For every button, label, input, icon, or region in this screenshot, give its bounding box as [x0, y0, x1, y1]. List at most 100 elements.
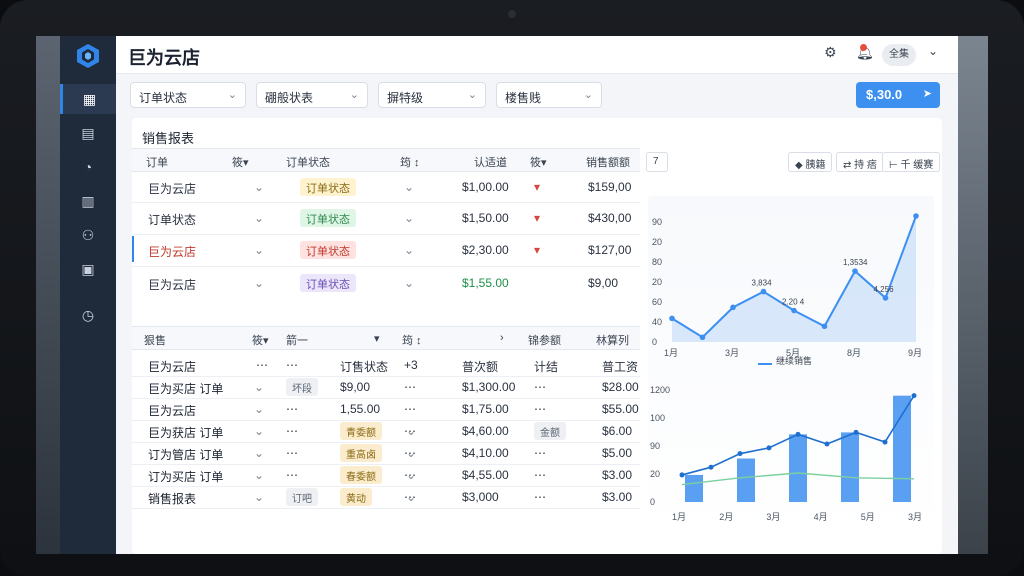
table1-header-cell[interactable]: 认适道 — [474, 154, 507, 170]
chevron-down-icon[interactable]: ⌄ — [254, 402, 264, 416]
filter-type[interactable]: 硼般状表 ⌄ — [256, 82, 368, 108]
table1-header-cell[interactable]: 销售额额 — [586, 154, 630, 170]
table2-cell-c4: $9,00 — [340, 380, 371, 394]
table2-header-cell[interactable]: 锦参额 — [528, 332, 561, 348]
table2-cell-c3: ⋯ — [286, 468, 298, 482]
y-tick-label: 100 — [650, 413, 665, 423]
table2-header-cell[interactable]: 狠售 — [144, 332, 166, 348]
price-button[interactable]: $,30.0 ➤ — [856, 82, 940, 108]
chevron-down-icon[interactable]: ⌄ — [254, 380, 264, 394]
table1-header-cell[interactable]: 筠 ↕ — [400, 154, 420, 170]
x-tick-label: 9月 — [908, 348, 922, 358]
data-point — [913, 213, 919, 219]
chevron-down-icon[interactable]: ⌄ — [406, 490, 416, 504]
chevron-down-icon[interactable]: ⌄ — [406, 468, 416, 482]
chevron-down-icon[interactable]: ⌄ — [406, 446, 416, 460]
table2-cell-c3: ⋯ — [286, 358, 298, 372]
chevron-down-icon[interactable]: ⌄ — [406, 424, 416, 438]
sidebar-dashboard-icon[interactable]: ▦ — [60, 84, 116, 114]
arrow-right-icon: ➤ — [922, 88, 932, 100]
chart-toolbar-button[interactable]: ◆ 胰籍 — [788, 152, 833, 172]
table2-cell-name[interactable]: 巨为云店 — [148, 402, 196, 419]
table2-cell-c4: 春委额 — [340, 466, 382, 484]
chevron-down-icon[interactable]: ⌄ — [928, 44, 938, 58]
table2-header-cell[interactable]: › — [500, 332, 504, 344]
sidebar-clock-icon[interactable]: ◷ — [60, 300, 116, 330]
table1-header-cell[interactable]: 订单状态 — [286, 154, 330, 170]
table2-header-cell[interactable]: 筱▾ — [252, 332, 269, 348]
table2-header-cell[interactable]: ▾ — [374, 332, 380, 345]
table1-amount: $1,50.00 — [462, 211, 509, 225]
chart-toolbar-button[interactable]: ⇄ 持 痞 — [836, 152, 884, 172]
table2-cell-c4: 1,55.00 — [340, 402, 381, 416]
trend-point — [882, 439, 888, 445]
chevron-down-icon[interactable]: ⌄ — [404, 211, 414, 225]
table2-cell-name[interactable]: 巨为买店 订单 — [148, 380, 223, 397]
chevron-down-icon[interactable]: ⌄ — [254, 276, 264, 290]
background-left — [36, 36, 60, 554]
table2-cell-name[interactable]: 巨为获店 订单 — [148, 424, 223, 441]
chevron-down-icon[interactable]: ⌄ — [254, 468, 264, 482]
chart-toolbar-button[interactable]: ⊢ 千 缓赛 — [882, 152, 941, 172]
chart-toolbar-button[interactable]: 7 — [646, 152, 668, 172]
chevron-down-icon[interactable]: ⌄ — [404, 180, 414, 194]
table2-cell-c6: $3,000 — [462, 490, 499, 504]
filter-sales[interactable]: 楼售贱 ⌄ — [496, 82, 602, 108]
table2-cell-c7: 计结 — [534, 360, 559, 374]
table1-row-name[interactable]: 订单状态 — [148, 211, 196, 228]
x-tick-label: 1月 — [664, 348, 678, 358]
sidebar-pie-icon[interactable]: ◔ — [60, 152, 116, 182]
chevron-down-icon[interactable]: ⌄ — [404, 276, 414, 290]
table2-cell-c6: $4,55.00 — [462, 468, 509, 482]
chevron-down-icon[interactable]: ⌄ — [254, 446, 264, 460]
chevron-down-icon[interactable]: ⌄ — [254, 490, 264, 504]
table2-cell-name[interactable]: 巨为云店 — [148, 358, 196, 375]
table1-row-name[interactable]: 巨为云店 — [148, 180, 196, 197]
filter-order-status[interactable]: 订单状态 ⌄ — [130, 82, 246, 108]
sidebar-document-icon[interactable]: ▣ — [60, 254, 116, 284]
status-badge: 订单状态 — [300, 241, 356, 259]
sidebar-grid-icon[interactable]: ▤ — [60, 118, 116, 148]
data-point — [760, 288, 767, 295]
table2-cell-name[interactable]: 订为管店 订单 — [148, 446, 223, 463]
table1-header-cell[interactable]: 订单 — [146, 154, 168, 170]
sidebar-table-icon[interactable]: ▥ — [60, 186, 116, 216]
table2-cell-name[interactable]: 订为买店 订单 — [148, 468, 223, 485]
table2-header-cell[interactable]: 林算列 — [596, 332, 629, 348]
filter-level[interactable]: 摒特级 ⌄ — [378, 82, 486, 108]
table1-header-cell[interactable]: 筱▾ — [232, 154, 249, 170]
table2-cell-c8: $5.00 — [602, 446, 633, 460]
table1-row-name[interactable]: 巨为云店 — [148, 276, 196, 293]
table2-cell-c3: ⋯ — [286, 424, 298, 438]
user-chip[interactable]: 全集 — [882, 44, 916, 66]
table2-cell-c5: ⋯ — [404, 402, 416, 416]
table2-cell-c6: $1,300.00 — [462, 380, 516, 394]
table2-cell-c6: $1,75.00 — [462, 402, 509, 416]
chevron-down-icon[interactable]: ⌄ — [404, 243, 414, 257]
chevron-down-icon[interactable]: ⌄ — [254, 424, 264, 438]
x-tick-label: 2月 — [719, 512, 733, 522]
table2-header-cell[interactable]: 筠 ↕ — [402, 332, 422, 348]
trend-point — [824, 441, 830, 447]
app-logo-icon — [74, 42, 102, 70]
table2-cell-c7: ⋯ — [534, 402, 546, 416]
chevron-down-icon[interactable]: ⌄ — [254, 180, 264, 194]
table2-cell-name[interactable]: 销售报表 — [148, 490, 196, 507]
table1-header-cell[interactable]: 筱▾ — [530, 154, 547, 170]
chevron-down-icon[interactable]: ⌄ — [254, 243, 264, 257]
table2-cell-c7: ⋯ — [534, 490, 546, 504]
trend-point — [737, 451, 743, 457]
top-bar: 巨为云店 ⚙ 🔔︎ 全集 ⌄ — [116, 36, 958, 74]
table2-header-cell[interactable]: 箭一 — [286, 332, 308, 348]
sidebar-users-icon[interactable]: ⚇ — [60, 220, 116, 250]
row-divider — [132, 508, 640, 509]
data-point — [730, 304, 736, 311]
table2-cell-c3: 订吧 — [286, 488, 318, 506]
table1-row-name[interactable]: 巨为云店 — [148, 243, 196, 260]
trend-down-icon: ▾ — [534, 243, 541, 257]
chevron-down-icon[interactable]: ⌄ — [254, 211, 264, 225]
table2-cell-c7: 金额 — [534, 422, 566, 440]
active-row-indicator — [132, 236, 134, 262]
user-settings-icon[interactable]: ⚙ — [824, 44, 837, 61]
data-label: 4.256 — [874, 285, 895, 294]
